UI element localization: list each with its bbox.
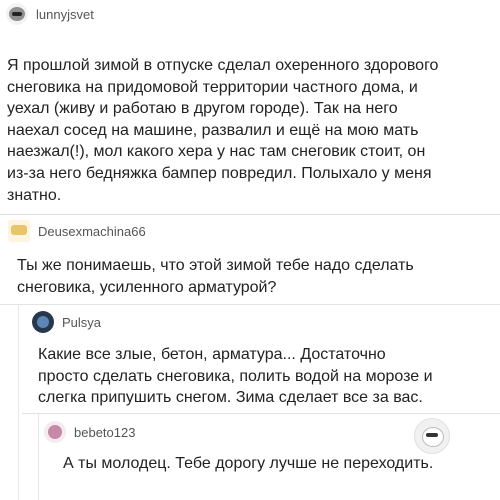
username[interactable]: Pulsya [62, 315, 101, 330]
comment-line: слегка припушить снегом. Зима сделает вс… [38, 389, 423, 407]
bebeto-avatar-icon[interactable] [44, 421, 66, 443]
comment-text: Ты же понимаешь, что этой зимой тебе над… [17, 255, 487, 298]
comment-line: просто сделать снеговика, полить водой н… [38, 367, 433, 385]
comment-text: Я прошлой зимой в отпуске сделал охеренн… [7, 55, 497, 206]
comment-line: знатно. [7, 186, 62, 204]
username[interactable]: Deusexmachina66 [38, 224, 146, 239]
divider [22, 413, 500, 414]
username[interactable]: lunnyjsvet [36, 7, 94, 22]
comment-line: Какие все злые, бетон, арматура... Доста… [38, 346, 386, 363]
raccoon-avatar-icon[interactable] [6, 3, 28, 25]
comment-text: Какие все злые, бетон, арматура... Доста… [38, 344, 493, 409]
panda-avatar-icon[interactable] [414, 418, 450, 454]
comment-line: наехал сосед на машине, развалил и ещё н… [7, 121, 419, 139]
comment-line: А ты молодец. Тебе дорогу лучше не перех… [63, 455, 434, 472]
comment-line: Ты же понимаешь, что этой зимой тебе над… [17, 257, 414, 274]
comment-header: Deusexmachina66 [8, 220, 146, 242]
thread-line [18, 305, 19, 500]
comment-text: А ты молодец. Тебе дорогу лучше не перех… [63, 453, 493, 475]
username[interactable]: bebeto123 [74, 425, 135, 440]
comment-line: снеговика, усиленного арматурой? [17, 278, 277, 296]
deus-avatar-icon[interactable] [8, 220, 30, 242]
comment-header: bebeto123 [44, 421, 135, 443]
comment-thread: lunnyjsvet Я прошлой зимой в отпуске сде… [0, 0, 500, 500]
comment-line: Я прошлой зимой в отпуске сделал охеренн… [7, 57, 439, 74]
comment-header: lunnyjsvet [6, 3, 94, 25]
comment-header: Pulsya [32, 311, 101, 333]
thread-line [38, 414, 39, 500]
divider [0, 304, 500, 305]
comment-line: уехал (живу и работаю в другом городе). … [7, 100, 398, 118]
divider [0, 214, 500, 215]
comment-line: снеговика на придомовой территории частн… [7, 78, 418, 96]
comment-line: из-за него бедняжка бампер повредил. Пол… [7, 164, 432, 182]
comment-line: наезжал(!), мол какого хера у нас там сн… [7, 143, 426, 161]
pulsya-avatar-icon[interactable] [32, 311, 54, 333]
